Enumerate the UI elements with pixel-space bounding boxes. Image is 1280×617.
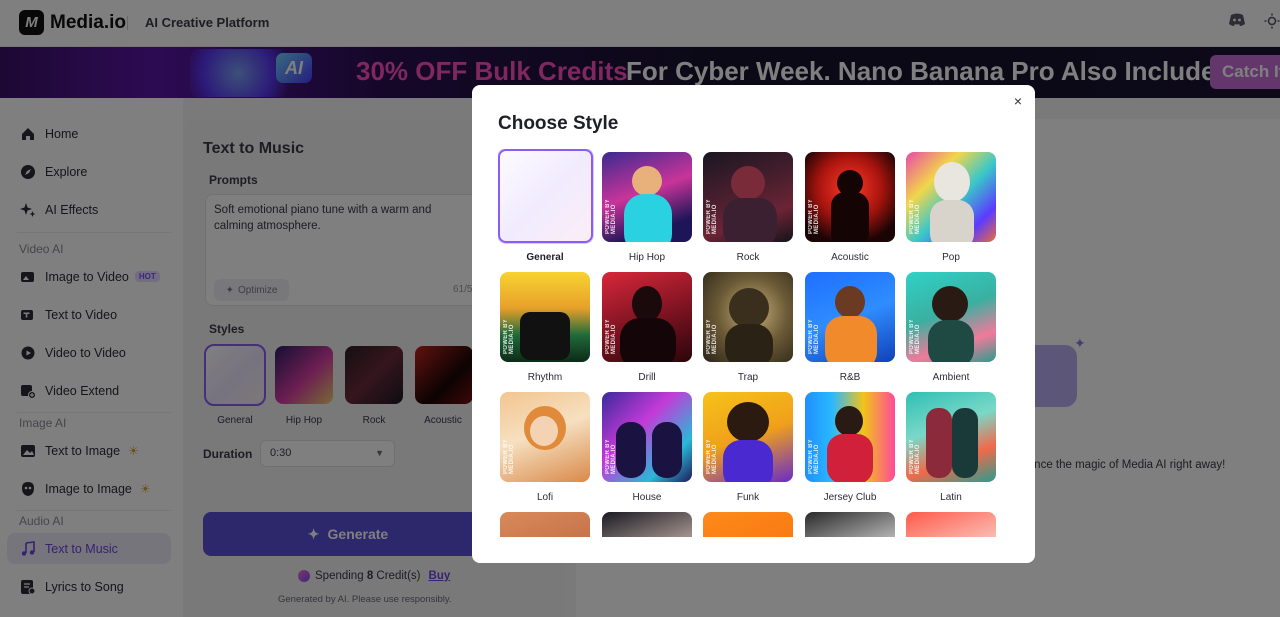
style-tile-trap[interactable]: POWER BY MEDIA.IO (703, 272, 793, 362)
style-tile-funk[interactable]: POWER BY MEDIA.IO (703, 392, 793, 482)
watermark: POWER BY MEDIA.IO (503, 439, 515, 474)
style-tile-acoustic[interactable]: POWER BY MEDIA.IO (805, 152, 895, 242)
artist-figure (727, 402, 769, 442)
artist-figure (652, 422, 682, 478)
choose-style-dialog: Choose Style × General POWER BY MEDIA.IO… (472, 85, 1035, 563)
style-tile-more[interactable] (805, 512, 895, 537)
style-tile-rhythm[interactable]: POWER BY MEDIA.IO (500, 272, 590, 362)
style-tile-label: Acoustic (831, 252, 869, 263)
watermark: POWER BY MEDIA.IO (706, 319, 718, 354)
artist-figure (930, 200, 974, 242)
style-tile-label: Rhythm (527, 372, 563, 383)
style-tile-jersey-club[interactable]: POWER BY MEDIA.IO (805, 392, 895, 482)
artist-figure (530, 416, 558, 446)
artist-figure (723, 440, 773, 482)
style-tile-label: Pop (942, 252, 960, 263)
watermark: POWER BY MEDIA.IO (503, 319, 515, 354)
style-tile-label: R&B (839, 372, 861, 383)
style-tile-ambient[interactable]: POWER BY MEDIA.IO (906, 272, 996, 362)
watermark: POWER BY MEDIA.IO (808, 319, 820, 354)
watermark: POWER BY MEDIA.IO (909, 199, 921, 234)
style-tile-label: Drill (638, 372, 656, 383)
style-tile-label: Ambient (932, 372, 970, 383)
artist-figure (624, 194, 672, 242)
style-tile-general[interactable] (498, 149, 593, 243)
artist-figure (620, 318, 676, 362)
style-tile-rock[interactable]: POWER BY MEDIA.IO (703, 152, 793, 242)
watermark: POWER BY MEDIA.IO (605, 439, 617, 474)
artist-figure (632, 166, 662, 196)
watermark: POWER BY MEDIA.IO (909, 319, 921, 354)
watermark: POWER BY MEDIA.IO (808, 439, 820, 474)
watermark: POWER BY MEDIA.IO (808, 199, 820, 234)
artist-figure (520, 312, 570, 360)
style-tile-label: House (632, 492, 662, 503)
artist-figure (731, 166, 765, 200)
artist-figure (725, 324, 773, 362)
style-grid: General POWER BY MEDIA.IO Hip Hop POWER … (498, 149, 1008, 537)
style-tile-more[interactable] (703, 512, 793, 537)
style-tile-pop[interactable]: POWER BY MEDIA.IO (906, 152, 996, 242)
artist-figure (632, 286, 662, 322)
artist-figure (616, 422, 646, 478)
style-tile-lofi[interactable]: POWER BY MEDIA.IO (500, 392, 590, 482)
artist-figure (831, 192, 869, 242)
style-tile-more[interactable] (602, 512, 692, 537)
artist-figure (952, 408, 978, 478)
watermark: POWER BY MEDIA.IO (909, 439, 921, 474)
style-tile-house[interactable]: POWER BY MEDIA.IO (602, 392, 692, 482)
style-tile-label: Rock (736, 252, 760, 263)
style-tile-label: Hip Hop (628, 252, 666, 263)
artist-figure (835, 406, 863, 436)
style-tile-rnb[interactable]: POWER BY MEDIA.IO (805, 272, 895, 362)
watermark: POWER BY MEDIA.IO (706, 439, 718, 474)
artist-figure (827, 434, 873, 482)
artist-figure (928, 320, 974, 362)
artist-figure (729, 288, 769, 328)
artist-figure (825, 316, 877, 362)
close-icon[interactable]: × (1010, 93, 1026, 109)
style-tile-label: Funk (736, 492, 760, 503)
artist-figure (926, 408, 952, 478)
watermark: POWER BY MEDIA.IO (605, 199, 617, 234)
style-tile-label: General (526, 252, 564, 263)
artist-figure (835, 286, 865, 318)
style-tile-more[interactable] (906, 512, 996, 537)
style-tile-label: Trap (737, 372, 759, 383)
style-tile-latin[interactable]: POWER BY MEDIA.IO (906, 392, 996, 482)
artist-figure (723, 198, 777, 242)
style-tile-more[interactable] (500, 512, 590, 537)
watermark: POWER BY MEDIA.IO (605, 319, 617, 354)
watermark: POWER BY MEDIA.IO (706, 199, 718, 234)
artist-figure (932, 286, 968, 322)
style-tile-drill[interactable]: POWER BY MEDIA.IO (602, 272, 692, 362)
style-tile-label: Jersey Club (823, 492, 877, 503)
style-tile-label: Lofi (536, 492, 554, 503)
dialog-title: Choose Style (498, 113, 619, 134)
artist-figure (934, 162, 970, 202)
style-tile-label: Latin (940, 492, 962, 503)
style-tile-hip-hop[interactable]: POWER BY MEDIA.IO (602, 152, 692, 242)
